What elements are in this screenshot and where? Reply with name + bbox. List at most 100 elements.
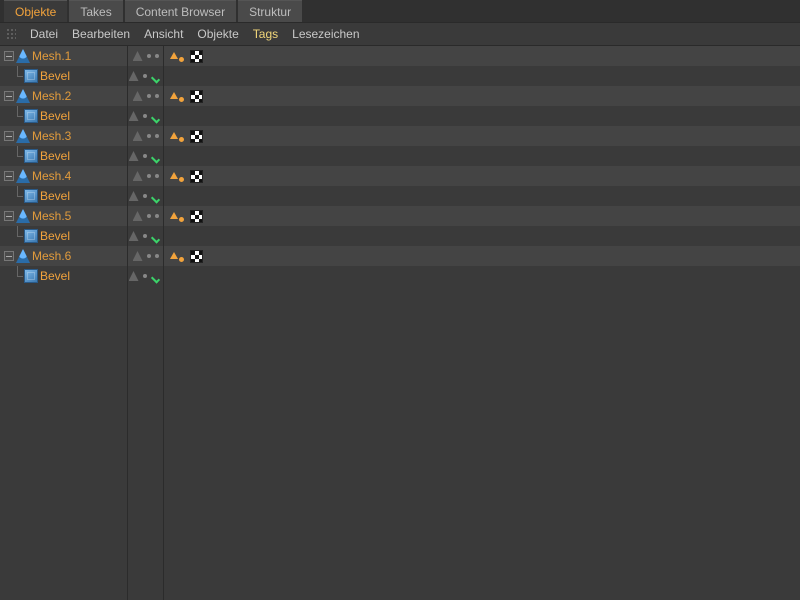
object-name[interactable]: Mesh.5 — [32, 209, 71, 223]
polygon-selection-tag-icon[interactable] — [170, 130, 184, 142]
editor-visibility-icon[interactable] — [129, 71, 139, 81]
layer-dot-icon[interactable] — [147, 134, 151, 138]
editor-visibility-icon[interactable] — [129, 111, 139, 121]
layer-dot-icon[interactable] — [155, 214, 159, 218]
editor-visibility-icon[interactable] — [133, 171, 143, 181]
menu-file[interactable]: Datei — [30, 27, 58, 41]
visibility-toggles[interactable] — [128, 246, 163, 266]
layer-dot-icon[interactable] — [155, 54, 159, 58]
layer-dot-icon[interactable] — [143, 154, 147, 158]
editor-visibility-icon[interactable] — [129, 151, 139, 161]
layer-dot-icon[interactable] — [147, 254, 151, 258]
tree-row[interactable]: Mesh.4 — [0, 166, 71, 186]
editor-visibility-icon[interactable] — [129, 191, 139, 201]
enabled-check-icon[interactable] — [151, 270, 163, 282]
visibility-toggles[interactable] — [128, 86, 163, 106]
object-name[interactable]: Bevel — [40, 189, 70, 203]
texture-tag-icon[interactable] — [190, 250, 203, 263]
texture-tag-icon[interactable] — [190, 210, 203, 223]
layer-dot-icon[interactable] — [147, 94, 151, 98]
tab-takes[interactable]: Takes — [69, 0, 122, 22]
polygon-selection-tag-icon[interactable] — [170, 250, 184, 262]
menu-edit[interactable]: Bearbeiten — [72, 27, 130, 41]
tree-row[interactable]: Mesh.1 — [0, 46, 71, 66]
enabled-check-icon[interactable] — [151, 110, 163, 122]
tree-row[interactable]: Bevel — [0, 106, 70, 126]
tree-row[interactable]: Bevel — [0, 146, 70, 166]
tree-row[interactable]: Mesh.6 — [0, 246, 71, 266]
layer-dot-icon[interactable] — [147, 54, 151, 58]
dock-grip-icon[interactable] — [6, 28, 16, 40]
tree-row[interactable]: Bevel — [0, 66, 70, 86]
menu-tags[interactable]: Tags — [253, 27, 278, 41]
layer-dot-icon[interactable] — [143, 274, 147, 278]
tab-content-browser[interactable]: Content Browser — [125, 0, 236, 22]
polygon-selection-tag-icon[interactable] — [170, 210, 184, 222]
tree-row[interactable]: Bevel — [0, 226, 70, 246]
texture-tag-icon[interactable] — [190, 90, 203, 103]
texture-tag-icon[interactable] — [190, 130, 203, 143]
tree-row[interactable]: Mesh.2 — [0, 86, 71, 106]
tree-row[interactable]: Mesh.3 — [0, 126, 71, 146]
enabled-check-icon[interactable] — [151, 70, 163, 82]
visibility-toggles[interactable] — [128, 46, 163, 66]
layer-dot-icon[interactable] — [155, 94, 159, 98]
enabled-check-icon[interactable] — [151, 190, 163, 202]
expand-toggle-icon[interactable] — [4, 211, 14, 221]
expand-toggle-icon[interactable] — [4, 171, 14, 181]
visibility-toggles[interactable] — [128, 146, 163, 166]
tree-row[interactable]: Bevel — [0, 186, 70, 206]
object-name[interactable]: Bevel — [40, 229, 70, 243]
visibility-toggles[interactable] — [128, 186, 163, 206]
menu-view[interactable]: Ansicht — [144, 27, 183, 41]
visibility-toggles[interactable] — [128, 266, 163, 286]
object-name[interactable]: Bevel — [40, 149, 70, 163]
expand-toggle-icon[interactable] — [4, 51, 14, 61]
menu-objects[interactable]: Objekte — [197, 27, 238, 41]
visibility-toggles[interactable] — [128, 226, 163, 246]
tab-structure[interactable]: Struktur — [238, 0, 302, 22]
layer-dot-icon[interactable] — [143, 114, 147, 118]
layer-dot-icon[interactable] — [155, 254, 159, 258]
object-name[interactable]: Mesh.4 — [32, 169, 71, 183]
editor-visibility-icon[interactable] — [129, 231, 139, 241]
visibility-toggles[interactable] — [128, 166, 163, 186]
visibility-toggles[interactable] — [128, 206, 163, 226]
layer-dot-icon[interactable] — [147, 214, 151, 218]
layer-dot-icon[interactable] — [143, 194, 147, 198]
tree-row[interactable]: Mesh.5 — [0, 206, 71, 226]
tab-objects[interactable]: Objekte — [4, 0, 67, 22]
expand-toggle-icon[interactable] — [4, 91, 14, 101]
layer-dot-icon[interactable] — [143, 234, 147, 238]
expand-toggle-icon[interactable] — [4, 251, 14, 261]
enabled-check-icon[interactable] — [151, 230, 163, 242]
visibility-toggles[interactable] — [128, 106, 163, 126]
object-name[interactable]: Mesh.2 — [32, 89, 71, 103]
layer-dot-icon[interactable] — [143, 74, 147, 78]
texture-tag-icon[interactable] — [190, 50, 203, 63]
polygon-selection-tag-icon[interactable] — [170, 170, 184, 182]
object-name[interactable]: Mesh.1 — [32, 49, 71, 63]
object-name[interactable]: Mesh.3 — [32, 129, 71, 143]
expand-toggle-icon[interactable] — [4, 131, 14, 141]
polygon-selection-tag-icon[interactable] — [170, 90, 184, 102]
menu-bookmarks[interactable]: Lesezeichen — [292, 27, 359, 41]
editor-visibility-icon[interactable] — [129, 271, 139, 281]
layer-dot-icon[interactable] — [147, 174, 151, 178]
editor-visibility-icon[interactable] — [133, 211, 143, 221]
object-name[interactable]: Bevel — [40, 69, 70, 83]
tree-row[interactable]: Bevel — [0, 266, 70, 286]
editor-visibility-icon[interactable] — [133, 91, 143, 101]
visibility-toggles[interactable] — [128, 66, 163, 86]
editor-visibility-icon[interactable] — [133, 251, 143, 261]
visibility-toggles[interactable] — [128, 126, 163, 146]
object-name[interactable]: Bevel — [40, 269, 70, 283]
polygon-selection-tag-icon[interactable] — [170, 50, 184, 62]
enabled-check-icon[interactable] — [151, 150, 163, 162]
editor-visibility-icon[interactable] — [133, 51, 143, 61]
layer-dot-icon[interactable] — [155, 174, 159, 178]
layer-dot-icon[interactable] — [155, 134, 159, 138]
texture-tag-icon[interactable] — [190, 170, 203, 183]
editor-visibility-icon[interactable] — [133, 131, 143, 141]
object-name[interactable]: Bevel — [40, 109, 70, 123]
